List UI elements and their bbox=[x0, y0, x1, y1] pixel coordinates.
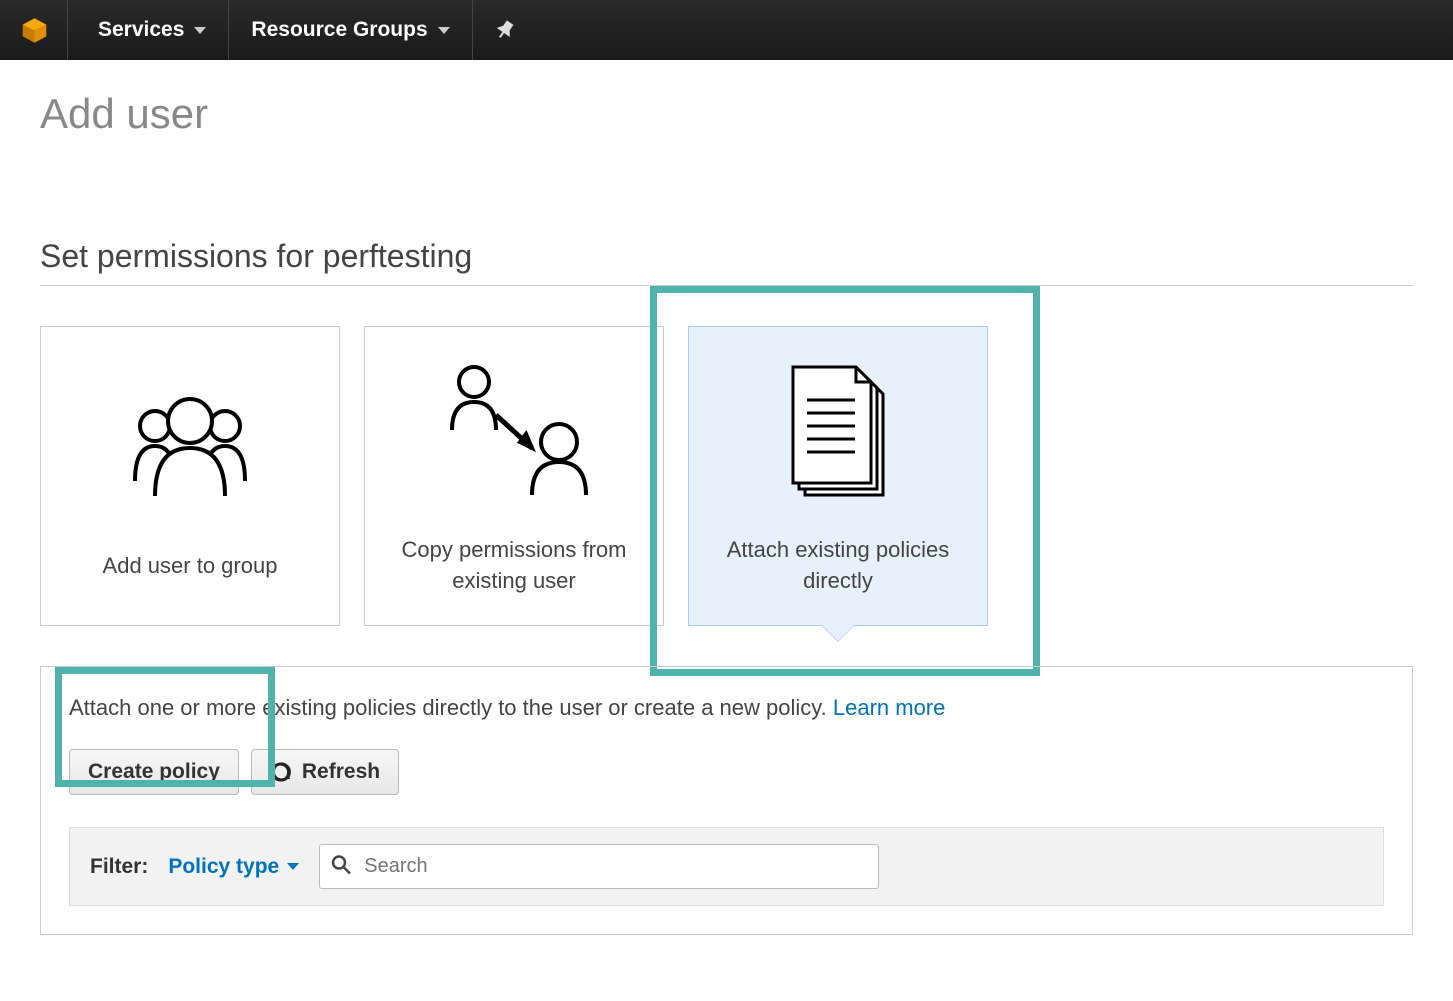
learn-more-link[interactable]: Learn more bbox=[833, 695, 946, 720]
option-card-add-to-group[interactable]: Add user to group bbox=[40, 326, 340, 626]
nav-resource-groups[interactable]: Resource Groups bbox=[229, 0, 472, 60]
document-stack-icon bbox=[773, 355, 903, 505]
copy-user-icon bbox=[424, 355, 604, 505]
filter-label: Filter: bbox=[90, 855, 148, 879]
section-title: Set permissions for perftesting bbox=[40, 238, 1413, 286]
pin-icon bbox=[495, 20, 515, 40]
caret-down-icon bbox=[287, 863, 299, 870]
aws-logo[interactable] bbox=[20, 0, 68, 60]
option-card-label: Attach existing policies directly bbox=[689, 535, 987, 597]
caret-down-icon bbox=[438, 27, 450, 34]
cube-icon bbox=[20, 14, 49, 46]
search-icon bbox=[331, 854, 351, 879]
caret-down-icon bbox=[194, 27, 206, 34]
nav-services-label: Services bbox=[98, 18, 184, 42]
policy-section: Attach one or more existing policies dir… bbox=[40, 666, 1413, 935]
nav-pin[interactable] bbox=[473, 0, 537, 60]
option-cards-row: Add user to group Copy permissions from … bbox=[40, 326, 1413, 626]
option-card-label: Add user to group bbox=[83, 551, 298, 582]
option-card-label: Copy permissions from existing user bbox=[365, 535, 663, 597]
policy-helptext: Attach one or more existing policies dir… bbox=[69, 695, 1384, 721]
create-policy-button[interactable]: Create policy bbox=[69, 749, 239, 795]
nav-resource-groups-label: Resource Groups bbox=[251, 18, 427, 42]
refresh-label: Refresh bbox=[302, 760, 380, 784]
refresh-button[interactable]: Refresh bbox=[251, 749, 399, 795]
filter-bar: Filter: Policy type bbox=[69, 827, 1384, 906]
button-row: Create policy Refresh bbox=[69, 749, 1384, 795]
filter-type-label: Policy type bbox=[168, 855, 279, 879]
page-content: Add user Set permissions for perftesting… bbox=[0, 60, 1453, 965]
nav-services[interactable]: Services bbox=[76, 0, 229, 60]
policy-helptext-text: Attach one or more existing policies dir… bbox=[69, 695, 833, 720]
search-wrap bbox=[319, 844, 879, 889]
page-title: Add user bbox=[40, 90, 1413, 138]
group-icon bbox=[110, 371, 270, 521]
refresh-icon bbox=[270, 761, 292, 783]
option-card-copy-permissions[interactable]: Copy permissions from existing user bbox=[364, 326, 664, 626]
top-nav: Services Resource Groups bbox=[0, 0, 1453, 60]
search-input[interactable] bbox=[319, 844, 879, 889]
create-policy-label: Create policy bbox=[88, 760, 220, 784]
option-card-attach-policies[interactable]: Attach existing policies directly bbox=[688, 326, 988, 626]
filter-type-dropdown[interactable]: Policy type bbox=[168, 855, 299, 879]
